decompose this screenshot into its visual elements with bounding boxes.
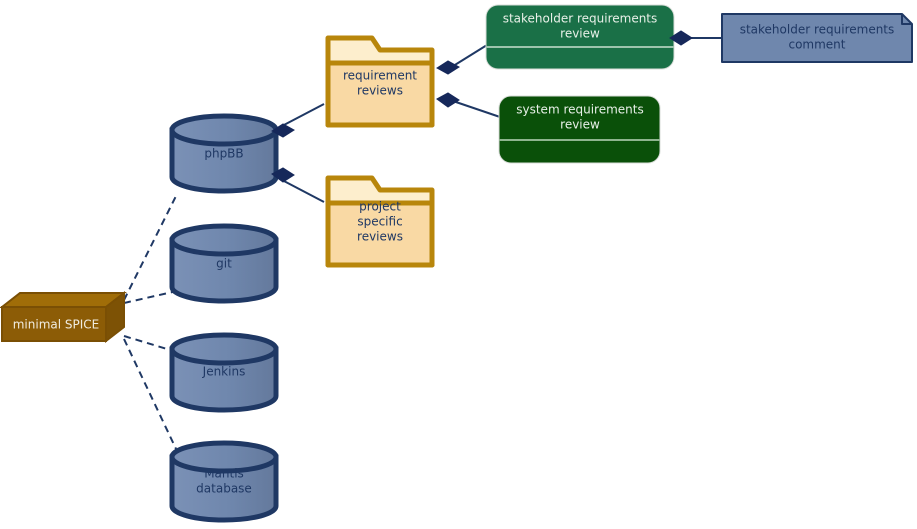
folder-requirement-reviews[interactable]: requirement reviews (325, 35, 435, 128)
activity-body (485, 4, 675, 70)
link-phpbb-requirement-reviews (281, 103, 325, 127)
database-top (169, 113, 279, 147)
activity-stakeholder-requirements-review[interactable]: stakeholder requirements review (485, 4, 675, 70)
database-top (169, 332, 279, 366)
link-phpbb-project-specific-reviews (281, 179, 325, 203)
link-spice-mantis (123, 338, 178, 452)
database-top (169, 440, 279, 474)
folder-project-specific-reviews[interactable]: project specific reviews (325, 175, 435, 268)
link-requirement-reviews-system (449, 99, 501, 118)
composition-diamond-requirement-reviews-stakeholder (436, 60, 460, 75)
database-git[interactable]: git (169, 223, 279, 304)
note-stakeholder-requirements-comment[interactable]: stakeholder requirements comment (721, 13, 913, 63)
note-body (721, 13, 913, 63)
diagram-canvas: phpBB git Jenkins Mantis database minima… (0, 4, 913, 523)
activity-body (498, 95, 661, 164)
composition-diamond-requirement-reviews-system (436, 92, 460, 108)
uml-deployment-diagram: phpBB git Jenkins Mantis database minima… (0, 0, 917, 529)
folder-body (325, 60, 435, 128)
database-jenkins[interactable]: Jenkins (169, 332, 279, 413)
link-spice-jenkins (123, 335, 178, 353)
database-phpbb[interactable]: phpBB (169, 113, 279, 194)
link-spice-phpbb (123, 193, 178, 301)
database-mantis-database[interactable]: Mantis database (169, 440, 279, 523)
node-minimal-spice[interactable]: minimal SPICE (0, 290, 127, 344)
database-top (169, 223, 279, 257)
node-top-face (0, 292, 127, 308)
folder-body (325, 200, 435, 268)
activity-system-requirements-review[interactable]: system requirements review (498, 95, 661, 164)
node-front-face (1, 306, 107, 342)
link-spice-git (123, 290, 178, 304)
